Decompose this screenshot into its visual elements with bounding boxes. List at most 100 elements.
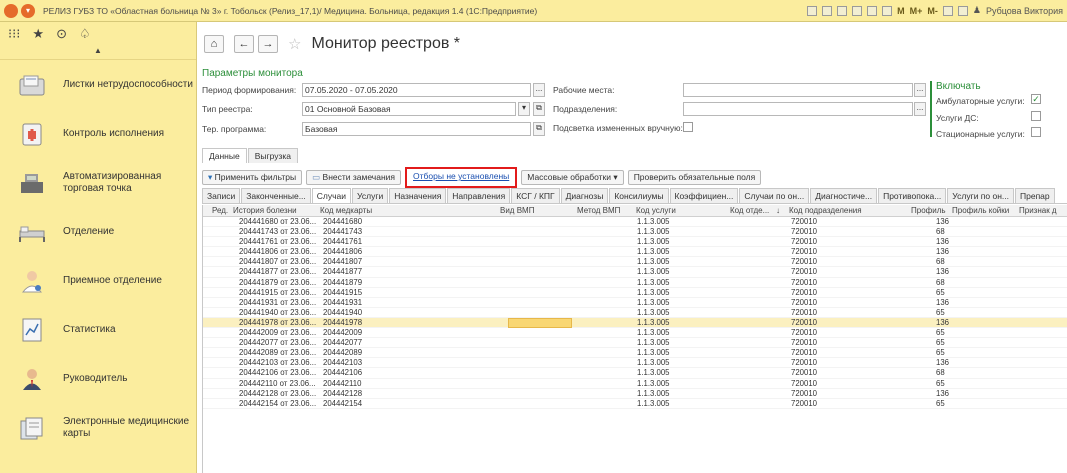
departments-select-button[interactable]: ... xyxy=(914,102,926,116)
departments-field[interactable] xyxy=(683,102,913,116)
mass-processing-button[interactable]: Массовые обработки ▾ xyxy=(521,170,624,185)
toolbar-icon[interactable] xyxy=(867,5,878,16)
home-button[interactable]: ⌂ xyxy=(204,35,224,53)
history-icon[interactable]: ⊙ xyxy=(56,26,67,42)
toolbar-icon[interactable] xyxy=(837,5,848,16)
apps-grid-icon[interactable]: ⁝⁝⁝ xyxy=(8,26,20,42)
table-row[interactable]: 204441761 от 23.06... 204441761 1.1.3.005 7… xyxy=(203,237,1067,248)
toolbar-icon[interactable] xyxy=(822,5,833,16)
col-card[interactable]: Код медкарты xyxy=(320,206,372,215)
workplaces-field[interactable] xyxy=(683,83,913,97)
table-row[interactable]: 204441743 от 23.06... 204441743 1.1.3.005 7… xyxy=(203,227,1067,238)
subtab-contraindications[interactable]: Противопока... xyxy=(878,188,947,203)
tab-upload[interactable]: Выгрузка xyxy=(247,148,299,163)
registry-type-field[interactable]: 01 Основной Базовая xyxy=(302,102,516,116)
calendar-icon[interactable] xyxy=(882,5,893,16)
outpatient-checkbox[interactable]: ✓ xyxy=(1031,94,1041,104)
sidebar-scroll-up-icon[interactable]: ▲ xyxy=(0,46,196,60)
selected-cell[interactable] xyxy=(508,317,572,328)
app-logo-icon[interactable] xyxy=(4,3,18,18)
col-subdivision-code[interactable]: Код подразделения xyxy=(789,206,862,215)
table-row[interactable]: 204441877 от 23.06... 204441877 1.1.3.005 7… xyxy=(203,267,1067,278)
toolbar-icon[interactable] xyxy=(807,5,818,16)
add-remarks-button[interactable]: ▭ Внести замечания xyxy=(306,170,402,185)
sidebar-item-manager[interactable]: Руководитель xyxy=(0,354,196,403)
table-row[interactable]: 204442077 от 23.06... 204442077 1.1.3.005 7… xyxy=(203,338,1067,349)
day-care-checkbox[interactable] xyxy=(1031,111,1041,121)
table-row[interactable]: 204442089 от 23.06... 204442089 1.1.3.005 7… xyxy=(203,348,1067,359)
col-vmp-method[interactable]: Метод ВМП xyxy=(577,206,620,215)
col-history[interactable]: История болезни xyxy=(233,206,297,215)
subtab-referrals[interactable]: Направления xyxy=(447,188,511,203)
sidebar-item-sick-leave[interactable]: Листки нетрудоспособности xyxy=(0,60,196,109)
period-field[interactable]: 07.05.2020 - 07.05.2020 xyxy=(302,83,531,97)
tab-data[interactable]: Данные xyxy=(202,148,247,163)
table-row[interactable]: 204442154 от 23.06... 204442154 1.1.3.005 7… xyxy=(203,399,1067,409)
highlight-checkbox[interactable] xyxy=(683,122,693,132)
registry-type-dropdown[interactable]: ▾ xyxy=(518,102,530,116)
table-row[interactable]: 204441806 от 23.06... 204441806 1.1.3.005 7… xyxy=(203,247,1067,258)
table-row[interactable]: 204442128 от 23.06... 204442128 1.1.3.005 7… xyxy=(203,389,1067,399)
table-row[interactable]: 204441879 от 23.06... 204441879 1.1.3.005 7… xyxy=(203,278,1067,288)
sidebar-item-ward[interactable]: Отделение xyxy=(0,207,196,256)
table-row[interactable]: 204442110 от 23.06... 204442110 1.1.3.005 7… xyxy=(203,379,1067,389)
subtab-ksg[interactable]: КСГ / КПГ xyxy=(511,188,560,203)
memory-mplus-button[interactable]: M+ xyxy=(910,6,923,16)
col-service-code[interactable]: Код услуги xyxy=(636,206,676,215)
info-icon[interactable] xyxy=(942,5,953,16)
subtab-consiliums[interactable]: Консилиумы xyxy=(609,188,669,203)
check-required-fields-button[interactable]: Проверить обязательные поля xyxy=(627,170,762,185)
subtab-onco-cases[interactable]: Случаи по он... xyxy=(739,188,810,203)
history-cell: 204442089 от 23.06... xyxy=(239,348,317,358)
subtab-cases[interactable]: Случаи xyxy=(311,188,352,203)
apply-filters-button[interactable]: ▾ Применить фильтры xyxy=(202,170,303,185)
subtab-completed[interactable]: Законченные... xyxy=(241,188,311,203)
user-name[interactable]: Рубцова Виктория xyxy=(986,6,1063,16)
favorites-star-icon[interactable]: ★ xyxy=(32,26,44,42)
period-select-button[interactable]: ... xyxy=(533,83,545,97)
memory-mminus-button[interactable]: M- xyxy=(927,6,938,16)
sidebar-item-statistics[interactable]: Статистика xyxy=(0,305,196,354)
toolbar-icon[interactable] xyxy=(852,5,863,16)
favorite-star-icon[interactable]: ☆ xyxy=(288,35,301,53)
col-vmp-type[interactable]: Вид ВМП xyxy=(500,206,534,215)
col-sign[interactable]: Признак д xyxy=(1019,206,1057,215)
table-row[interactable]: 204442106 от 23.06... 204442106 1.1.3.005 7… xyxy=(203,368,1067,379)
table-row[interactable]: 204441940 от 23.06... 204441940 1.1.3.005 7… xyxy=(203,308,1067,318)
subtab-drugs[interactable]: Препар xyxy=(1015,188,1055,203)
subtab-prescriptions[interactable]: Назначения xyxy=(389,188,447,203)
window-mode-icon[interactable] xyxy=(957,5,968,16)
sidebar-item-emr[interactable]: Электронные медицинские карты xyxy=(0,403,196,452)
col-edit[interactable]: Ред. xyxy=(212,206,228,215)
table-row[interactable]: 204442103 от 23.06... 204442103 1.1.3.005 7… xyxy=(203,358,1067,369)
table-row[interactable]: 204442009 от 23.06... 204442009 1.1.3.005 7… xyxy=(203,328,1067,339)
col-bed-profile[interactable]: Профиль койки xyxy=(952,206,1009,215)
table-row[interactable]: 204441680 от 23.06... 204441680 1.1.3.005 7… xyxy=(203,217,1067,228)
workplaces-select-button[interactable]: ... xyxy=(914,83,926,97)
col-profile[interactable]: Профиль xyxy=(911,206,946,215)
subtab-onco-services[interactable]: Услуги по он... xyxy=(947,188,1014,203)
inpatient-checkbox[interactable] xyxy=(1031,127,1041,137)
subtab-records[interactable]: Записи xyxy=(202,188,241,203)
table-row[interactable]: 204441978 от 23.06... 204441978 1.1.3.005 7… xyxy=(203,317,1067,329)
program-open-button[interactable]: ⧉ xyxy=(533,122,545,136)
filters-link[interactable]: Отборы не установлены xyxy=(409,170,513,185)
sidebar-item-reception[interactable]: Приемное отделение xyxy=(0,256,196,305)
table-row[interactable]: 204441915 от 23.06... 204441915 1.1.3.005 7… xyxy=(203,288,1067,298)
sidebar-item-control[interactable]: Контроль исполнения xyxy=(0,109,196,158)
col-dept-code[interactable]: Код отде... xyxy=(730,206,769,215)
table-row[interactable]: 204441931 от 23.06... 204441931 1.1.3.005 7… xyxy=(203,298,1067,308)
forward-button[interactable]: → xyxy=(258,35,278,53)
memory-m-button[interactable]: M xyxy=(897,6,905,16)
subtab-diagnostics[interactable]: Диагностиче... xyxy=(810,188,878,203)
subtab-services[interactable]: Услуги xyxy=(352,188,389,203)
subtab-diagnoses[interactable]: Диагнозы xyxy=(560,188,609,203)
subtab-coefficients[interactable]: Коэффициен... xyxy=(669,188,739,203)
main-menu-icon[interactable]: ▾ xyxy=(21,3,35,18)
table-row[interactable]: 204441807 от 23.06... 204441807 1.1.3.005 7… xyxy=(203,257,1067,268)
registry-type-open-button[interactable]: ⧉ xyxy=(533,102,545,116)
notification-bell-icon[interactable]: ♤ xyxy=(79,26,91,42)
sidebar-item-pos[interactable]: Автоматизированная торговая точка xyxy=(0,158,196,207)
back-button[interactable]: ← xyxy=(234,35,254,53)
program-field[interactable]: Базовая xyxy=(302,122,531,136)
